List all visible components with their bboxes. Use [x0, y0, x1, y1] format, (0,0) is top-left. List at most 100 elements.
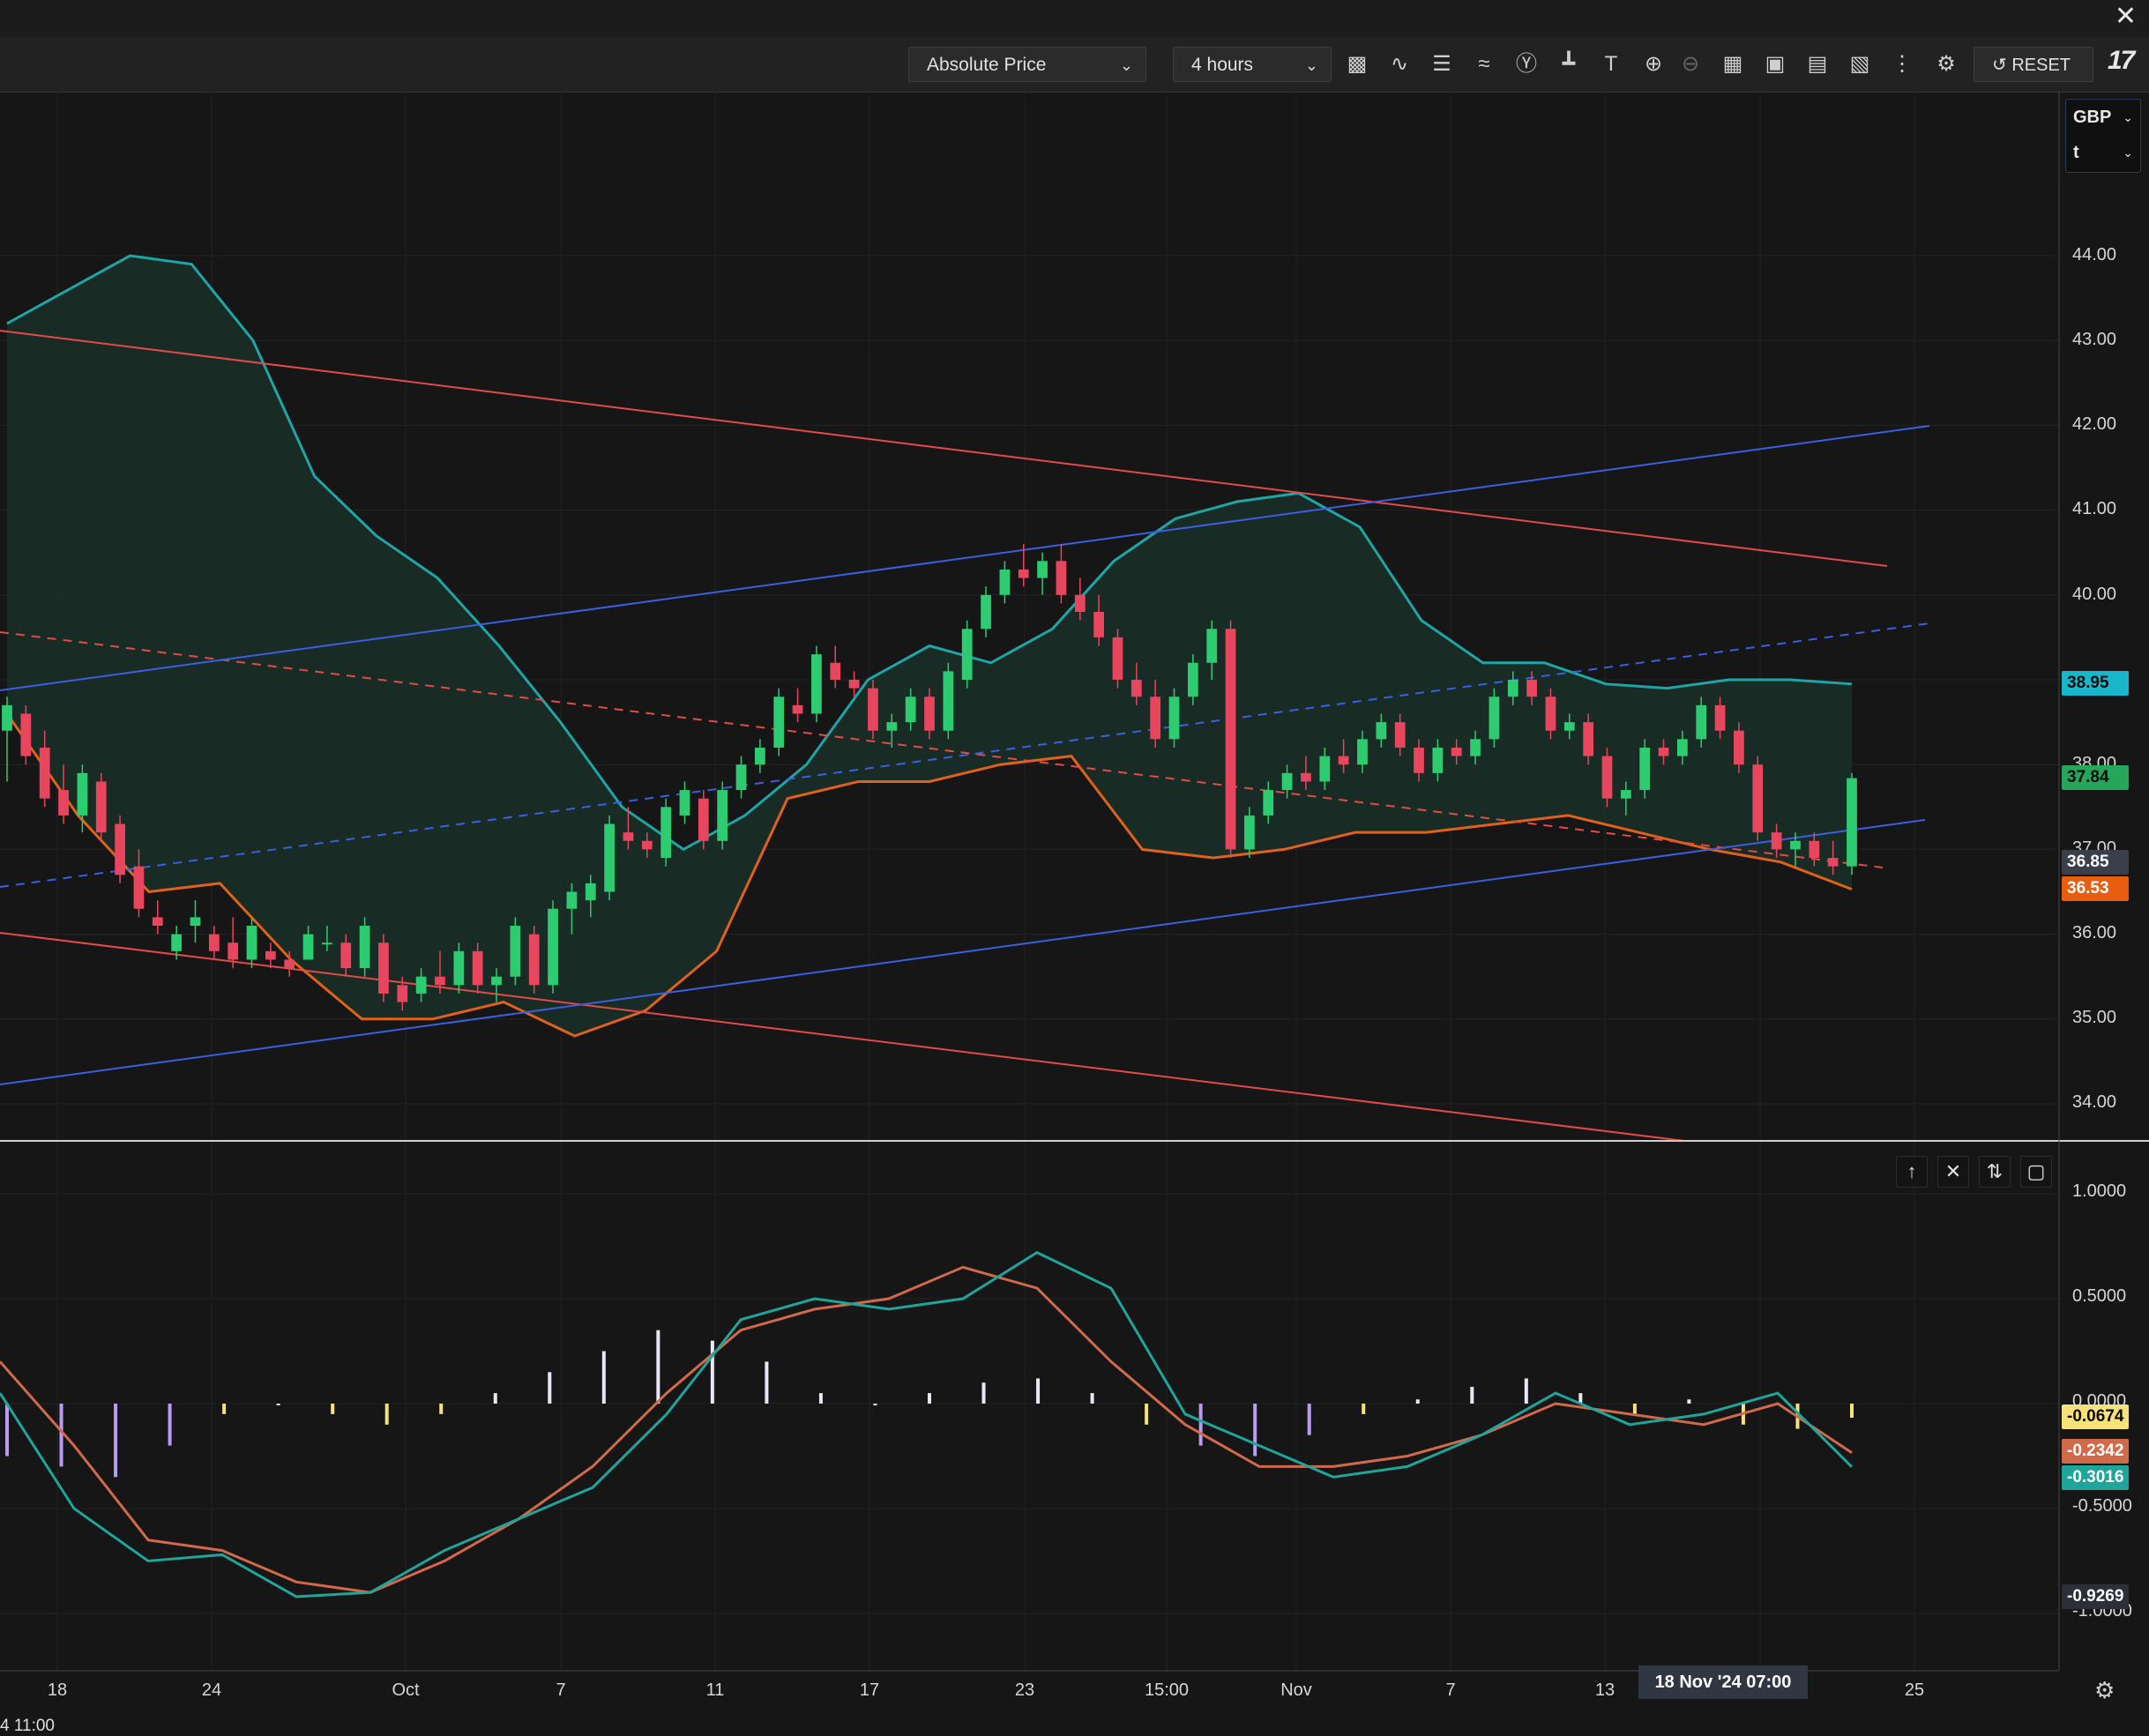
red-channel-lower — [0, 932, 1685, 1142]
candle — [1037, 552, 1048, 595]
currency-dropdown[interactable]: GBP ⌄ — [2066, 100, 2140, 135]
histogram-bar — [439, 1404, 444, 1414]
price-tick: 44.00 — [2072, 245, 2117, 264]
candle — [811, 645, 822, 723]
candle — [1601, 747, 1613, 808]
candle-body — [302, 934, 314, 960]
candle — [792, 688, 803, 723]
candle-body — [1168, 697, 1180, 740]
currency-selector[interactable]: GBP ⌄ t ⌄ — [2065, 99, 2141, 173]
indicator-tick: -0.5000 — [2072, 1496, 2132, 1516]
histogram-bar — [384, 1404, 389, 1425]
price-tick: 42.00 — [2072, 414, 2117, 434]
candle-body — [1432, 747, 1444, 773]
crosshair-indicator-tag: -0.9269 — [2062, 1584, 2129, 1609]
candle-body — [1714, 704, 1726, 731]
candle — [2, 697, 12, 782]
time-label: Nov — [1280, 1680, 1312, 1700]
candle-body — [1658, 747, 1669, 756]
candle-body — [1301, 772, 1311, 782]
candle-body — [999, 569, 1011, 595]
histogram-bar — [928, 1393, 931, 1404]
candle — [115, 815, 125, 883]
candle-body — [943, 671, 954, 731]
settings-icon[interactable]: ⚙ — [2094, 1677, 2115, 1704]
candle-body — [378, 943, 389, 994]
candle-body — [773, 697, 785, 748]
candle-body — [1338, 756, 1349, 765]
candle — [868, 680, 878, 740]
candle-body — [1150, 697, 1161, 740]
unit-dropdown[interactable]: t ⌄ — [2066, 135, 2140, 170]
signal-line — [0, 1265, 1853, 1594]
histogram-bar — [1687, 1399, 1691, 1404]
candle-body — [1074, 594, 1086, 613]
candle — [528, 925, 540, 994]
time-label: 18 — [47, 1680, 68, 1700]
candle — [1168, 688, 1180, 748]
candle — [510, 917, 521, 986]
price-tick: 41.00 — [2072, 499, 2117, 518]
candle — [1847, 772, 1857, 875]
candle-body — [1093, 612, 1104, 637]
move-up-icon[interactable]: ↑ — [1896, 1156, 1928, 1188]
bollinger-bands — [5, 254, 1853, 1038]
candle-body — [641, 840, 653, 850]
candle-body — [981, 594, 991, 630]
histogram-bar — [5, 1404, 9, 1457]
histogram-bar — [59, 1404, 63, 1467]
candle-body — [604, 823, 615, 892]
indicator-tick: 0.5000 — [2072, 1286, 2127, 1306]
histogram-bar — [1850, 1404, 1854, 1419]
candle-body — [435, 976, 445, 986]
candle — [208, 925, 220, 960]
candle-body — [548, 908, 558, 986]
candle — [1639, 739, 1651, 799]
chart-canvas[interactable] — [0, 0, 2149, 1736]
candle-body — [415, 976, 427, 994]
candle-body — [1583, 722, 1594, 756]
collapse-icon[interactable]: ⇅ — [1979, 1156, 2011, 1188]
histogram-bar — [1090, 1393, 1094, 1404]
time-label: 24 — [201, 1680, 222, 1700]
histogram-bar — [1524, 1378, 1528, 1404]
candle — [1489, 688, 1500, 748]
lower-band-price-tag: 36.53 — [2062, 876, 2129, 901]
candle-body — [359, 925, 370, 969]
candle-body — [1677, 739, 1688, 756]
candle-body — [1130, 680, 1142, 697]
histogram-bar — [1362, 1404, 1366, 1414]
candle — [1056, 544, 1067, 604]
candle — [755, 739, 765, 773]
time-label: 17 — [859, 1680, 880, 1700]
time-label: Oct — [392, 1680, 420, 1700]
candle-body — [1244, 815, 1255, 850]
histogram-bar — [601, 1351, 606, 1404]
candle-body — [528, 934, 540, 986]
crosshair-time-label: 18 Nov '24 07:00 — [1638, 1665, 1808, 1699]
candle-body — [1545, 697, 1556, 731]
candle-body — [322, 943, 332, 945]
candle-body — [171, 934, 182, 951]
candle-body — [1394, 722, 1406, 748]
histogram-bar — [656, 1330, 660, 1404]
histogram-bar — [276, 1404, 280, 1405]
histogram-bar — [114, 1404, 118, 1478]
candle-body — [848, 680, 860, 689]
candle-body — [566, 891, 578, 909]
candle-body — [58, 790, 69, 816]
maximize-icon[interactable]: ▢ — [2020, 1156, 2052, 1188]
candle-body — [1225, 629, 1236, 850]
candle-body — [1639, 747, 1651, 791]
histogram-bar — [981, 1382, 986, 1404]
candle-body — [735, 764, 747, 791]
histogram-bar — [1632, 1404, 1637, 1414]
candle — [961, 620, 973, 689]
indicator-tick: 1.0000 — [2072, 1181, 2127, 1201]
candle-body — [1771, 832, 1782, 850]
candle — [773, 688, 785, 756]
candle — [190, 900, 201, 943]
candle-body — [340, 943, 352, 969]
candle — [943, 662, 954, 740]
close-icon[interactable]: ✕ — [1937, 1156, 1969, 1188]
